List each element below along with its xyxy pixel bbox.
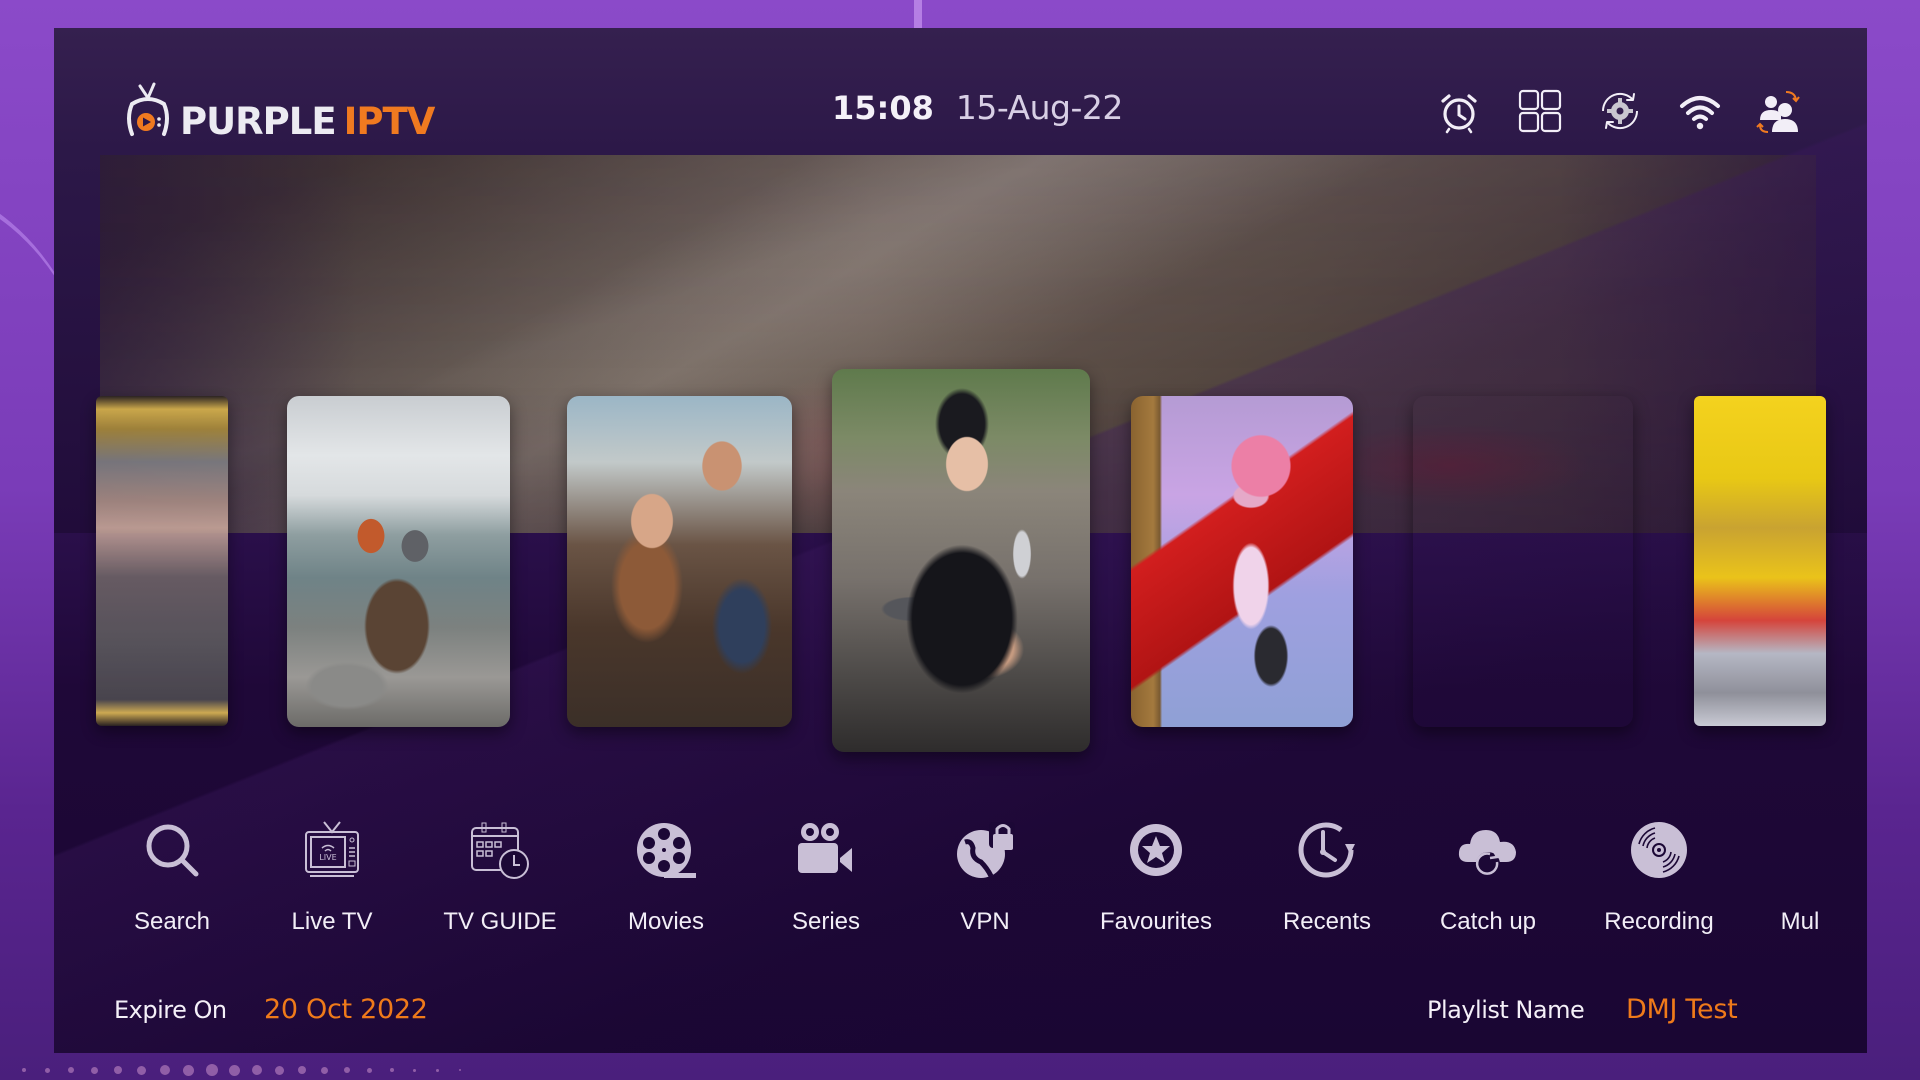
decor-dot bbox=[206, 1064, 218, 1076]
history-clock-icon bbox=[1295, 818, 1359, 882]
menu-item-vpn[interactable]: VPN bbox=[905, 818, 1065, 936]
menu-label: Search bbox=[133, 908, 211, 935]
logo-wordmark: PURPLE IPTV bbox=[180, 100, 436, 143]
decor-dot bbox=[114, 1066, 122, 1074]
live-tv-icon: LIVE bbox=[300, 818, 364, 882]
menu-item-recents[interactable]: Recents bbox=[1247, 818, 1407, 936]
poster-animated-girl-slide[interactable] bbox=[1131, 396, 1353, 727]
decor-dot bbox=[459, 1069, 461, 1071]
logo-text-primary: PURPLE bbox=[180, 100, 337, 143]
menu-item-series[interactable]: Series bbox=[746, 818, 906, 936]
menu-item-multiscreen-partial[interactable]: Mul bbox=[1720, 818, 1867, 936]
menu-label: VPN bbox=[960, 908, 1010, 935]
menu-item-recording[interactable]: Recording bbox=[1579, 818, 1739, 936]
menu-label: Series bbox=[791, 908, 861, 935]
wifi-icon[interactable] bbox=[1677, 88, 1723, 134]
playlist-name: DMJ Test bbox=[1626, 994, 1738, 1025]
alarm-clock-icon[interactable] bbox=[1436, 88, 1482, 134]
search-icon bbox=[140, 818, 204, 882]
background-decor-notch bbox=[914, 0, 922, 28]
menu-label: Catch up bbox=[1439, 908, 1537, 935]
menu-label: Recording bbox=[1604, 908, 1714, 935]
menu-label: Movies bbox=[627, 908, 705, 935]
menu-label: TV GUIDE bbox=[443, 908, 557, 935]
decor-dot bbox=[45, 1067, 50, 1073]
tv-play-logo-icon bbox=[127, 82, 169, 136]
decor-dot bbox=[275, 1065, 284, 1075]
menu-item-search[interactable]: Search bbox=[92, 818, 252, 936]
poster-hikers-clouds[interactable] bbox=[287, 396, 510, 727]
datetime-display: 15:08 15-Aug-22 bbox=[832, 88, 1123, 127]
svg-text:LIVE: LIVE bbox=[319, 853, 336, 862]
decor-dot bbox=[367, 1067, 372, 1073]
decor-dot bbox=[229, 1064, 240, 1076]
current-time: 15:08 bbox=[832, 89, 934, 127]
decor-dot bbox=[137, 1065, 146, 1075]
multiscreen-icon-offscreen bbox=[1768, 818, 1832, 882]
poster-couple-smiling[interactable] bbox=[567, 396, 792, 727]
app-logo: PURPLE IPTV bbox=[122, 80, 436, 143]
menu-item-movies[interactable]: Movies bbox=[586, 818, 746, 936]
playlist-label: Playlist Name bbox=[1427, 996, 1585, 1024]
vinyl-record-icon bbox=[1627, 818, 1691, 882]
menu-label: Mul bbox=[1780, 908, 1820, 935]
current-date: 15-Aug-22 bbox=[955, 88, 1124, 127]
switch-user-icon[interactable] bbox=[1756, 88, 1802, 134]
logo-text-accent: IPTV bbox=[343, 100, 436, 143]
menu-label: Live TV bbox=[291, 908, 373, 935]
expire-date: 20 Oct 2022 bbox=[264, 994, 428, 1025]
film-reel-icon bbox=[634, 818, 698, 882]
tv-guide-calendar-icon bbox=[468, 818, 532, 882]
home-screen: PURPLE IPTV 15:08 15-Aug-22 Search LIVE L… bbox=[54, 28, 1867, 1053]
decor-dot bbox=[344, 1067, 350, 1073]
decor-dot bbox=[413, 1068, 416, 1072]
decor-dot bbox=[436, 1068, 439, 1072]
star-circle-icon bbox=[1124, 818, 1188, 882]
decor-dot bbox=[252, 1065, 262, 1075]
menu-label: Recents bbox=[1282, 908, 1372, 935]
decor-dot bbox=[298, 1066, 306, 1074]
cloud-replay-icon bbox=[1456, 818, 1520, 882]
decor-dot bbox=[22, 1068, 26, 1072]
menu-item-tv-guide[interactable]: TV GUIDE bbox=[420, 818, 580, 936]
decor-dot bbox=[68, 1067, 74, 1073]
decor-dot bbox=[91, 1066, 98, 1074]
decor-dot bbox=[160, 1065, 170, 1075]
decor-dot bbox=[390, 1068, 394, 1072]
expire-label: Expire On bbox=[114, 996, 227, 1024]
poster-woman-guns[interactable] bbox=[832, 369, 1090, 752]
poster-partial-right[interactable] bbox=[1694, 396, 1826, 726]
video-camera-icon bbox=[794, 818, 858, 882]
menu-label: Favourites bbox=[1099, 908, 1213, 935]
decor-dot bbox=[183, 1064, 194, 1076]
poster-man-headphones[interactable] bbox=[1413, 396, 1633, 727]
multiscreen-grid-icon[interactable] bbox=[1517, 88, 1563, 134]
settings-sync-icon[interactable] bbox=[1597, 88, 1643, 134]
menu-item-catch-up[interactable]: Catch up bbox=[1408, 818, 1568, 936]
menu-item-live-tv[interactable]: LIVE Live TV bbox=[252, 818, 412, 936]
vpn-globe-lock-icon bbox=[953, 818, 1017, 882]
menu-item-favourites[interactable]: Favourites bbox=[1076, 818, 1236, 936]
background-dot-pattern bbox=[22, 1064, 482, 1076]
decor-dot bbox=[321, 1066, 328, 1074]
poster-partial-left[interactable] bbox=[96, 396, 228, 726]
